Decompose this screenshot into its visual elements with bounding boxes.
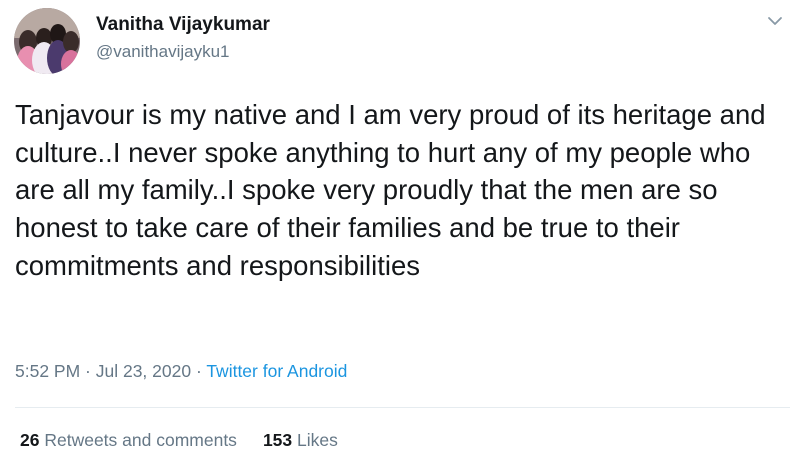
retweets-count: 26 [20, 430, 40, 450]
meta-separator: · [191, 361, 207, 381]
tweet-meta: 5:52 PM · Jul 23, 2020 · Twitter for And… [15, 361, 347, 382]
likes-count: 153 [262, 430, 293, 450]
retweets-stat[interactable]: 26 Retweets and comments [20, 430, 237, 451]
tweet-source-link[interactable]: Twitter for Android [206, 361, 347, 381]
author-name[interactable]: Vanitha Vijaykumar [96, 14, 270, 36]
likes-stat[interactable]: 153 Likes [263, 430, 338, 451]
chevron-down-icon[interactable] [766, 14, 784, 28]
tweet-text: Tanjavour is my native and I am very pro… [15, 99, 766, 281]
tweet-card: Vanitha Vijaykumar @vanithavijayku1 Tanj… [0, 0, 800, 466]
divider [15, 407, 790, 408]
avatar-image [14, 8, 80, 74]
likes-label: Likes [297, 430, 338, 450]
avatar[interactable] [14, 8, 80, 74]
retweets-label: Retweets and comments [44, 430, 237, 450]
tweet-timestamp[interactable]: 5:52 PM · Jul 23, 2020 [15, 361, 191, 381]
author-handle[interactable]: @vanithavijayku1 [96, 42, 230, 62]
tweet-stats: 26 Retweets and comments 153 Likes [20, 430, 338, 451]
